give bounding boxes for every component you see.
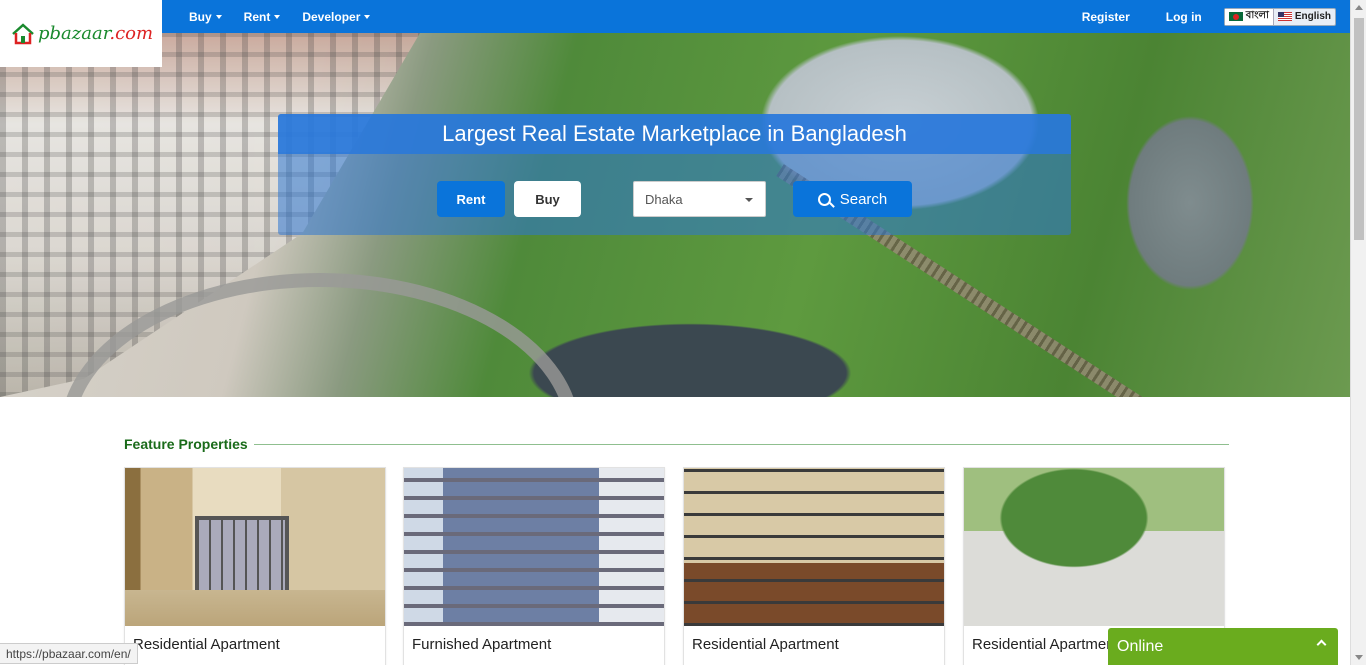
property-image[interactable] xyxy=(684,468,944,626)
property-title[interactable]: Residential Apartment xyxy=(692,636,839,653)
lang-bangla-button[interactable]: বাংলা xyxy=(1224,8,1274,25)
us-flag-icon xyxy=(1277,12,1292,21)
chevron-up-icon xyxy=(1316,639,1327,650)
scroll-thumb[interactable] xyxy=(1354,18,1364,240)
status-bar-url: https://pbazaar.com/en/ xyxy=(0,643,138,664)
hero-title: Largest Real Estate Marketplace in Bangl… xyxy=(442,121,907,146)
caret-down-icon xyxy=(364,14,371,19)
property-card[interactable]: Furnished Apartment xyxy=(403,467,665,665)
nav-developer-label: Developer xyxy=(302,9,361,24)
nav-rent-label: Rent xyxy=(243,9,271,24)
lang-english-button[interactable]: English xyxy=(1274,9,1335,25)
nav-right: Register Log in বাংলা English xyxy=(1064,0,1336,33)
page: Buy Rent Developer Register Log in বাংলা… xyxy=(0,0,1366,665)
search-button-label: Search xyxy=(839,190,888,208)
logo-text-main: pbazaar xyxy=(38,23,110,44)
dropdown-arrow-icon xyxy=(745,198,753,202)
nav-rent-dropdown[interactable]: Rent xyxy=(233,10,292,24)
language-switcher: বাংলা English xyxy=(1223,7,1336,26)
property-card[interactable]: Residential Apartment xyxy=(124,467,386,665)
search-icon xyxy=(817,192,831,206)
nav-developer-dropdown[interactable]: Developer xyxy=(291,10,381,24)
property-image[interactable] xyxy=(964,468,1224,626)
logo-text: pbazaar.com xyxy=(38,23,153,44)
lang-bangla-label: বাংলা xyxy=(1245,10,1269,21)
property-title[interactable]: Furnished Apartment xyxy=(412,636,551,653)
property-image[interactable] xyxy=(404,468,664,626)
feature-properties-header: Feature Properties xyxy=(124,434,1229,454)
page-scrollbar[interactable] xyxy=(1350,0,1366,665)
search-panel: Largest Real Estate Marketplace in Bangl… xyxy=(278,114,1071,235)
buy-toggle-button[interactable]: Buy xyxy=(514,181,581,217)
register-link[interactable]: Register xyxy=(1064,10,1148,24)
caret-down-icon xyxy=(274,14,281,19)
scroll-down-icon[interactable] xyxy=(1355,655,1363,660)
section-title: Feature Properties xyxy=(124,436,248,452)
search-button[interactable]: Search xyxy=(793,181,912,217)
search-panel-header: Largest Real Estate Marketplace in Bangl… xyxy=(278,114,1071,154)
online-chat-widget[interactable]: Online xyxy=(1108,628,1338,665)
bangladesh-flag-icon xyxy=(1228,12,1243,21)
scroll-up-icon[interactable] xyxy=(1355,5,1363,10)
property-title[interactable]: Residential Apartment xyxy=(972,636,1119,653)
top-navbar: Buy Rent Developer Register Log in বাংলা… xyxy=(0,0,1350,33)
property-image[interactable] xyxy=(125,468,385,626)
rent-toggle-button[interactable]: Rent xyxy=(437,181,505,217)
city-select-value: Dhaka xyxy=(645,191,683,207)
section-divider xyxy=(253,443,1229,445)
login-link[interactable]: Log in xyxy=(1148,10,1220,24)
city-select[interactable]: Dhaka xyxy=(633,181,766,217)
site-logo[interactable]: pbazaar.com xyxy=(0,0,162,67)
property-title[interactable]: Residential Apartment xyxy=(133,636,280,653)
nav-buy-dropdown[interactable]: Buy xyxy=(178,10,233,24)
caret-down-icon xyxy=(215,14,222,19)
lang-english-label: English xyxy=(1294,11,1331,22)
property-card[interactable]: Residential Apartment xyxy=(683,467,945,665)
house-logo-icon xyxy=(12,22,34,44)
nav-left: Buy Rent Developer xyxy=(178,0,381,33)
logo-text-domain: .com xyxy=(109,23,154,44)
nav-buy-label: Buy xyxy=(189,9,212,24)
chat-label: Online xyxy=(1117,637,1164,655)
